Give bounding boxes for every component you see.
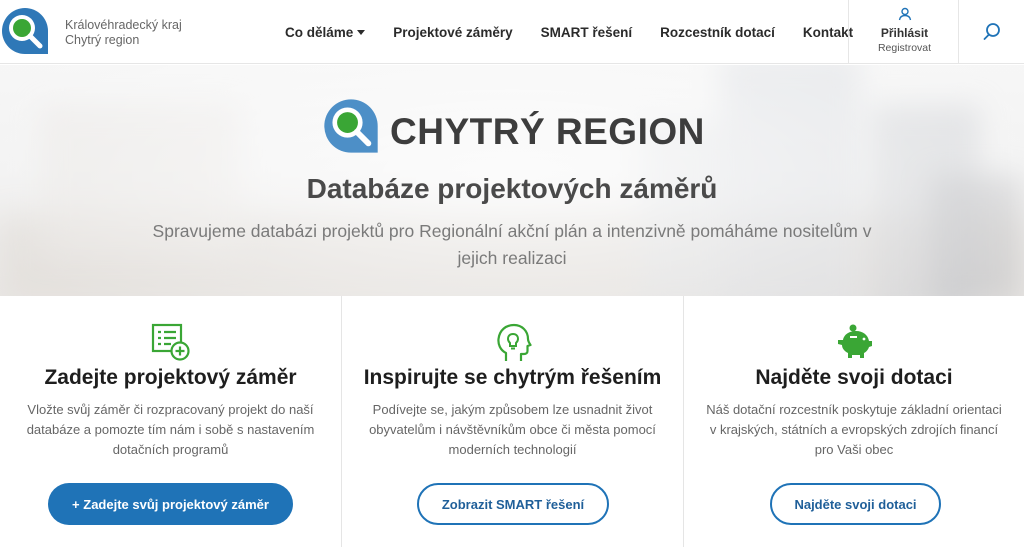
login-label: Přihlásit — [880, 26, 929, 40]
main-nav: Co děláme Projektové záměry SMART řešení… — [271, 0, 867, 64]
find-grant-button[interactable]: Najděte svoji dotaci — [770, 483, 941, 525]
user-icon — [898, 7, 912, 21]
feature-cards: Zadejte projektový záměr Vložte svůj zám… — [0, 296, 1024, 547]
nav-item-label: Co děláme — [285, 24, 354, 40]
card-title: Zadejte projektový záměr — [44, 366, 297, 389]
search-icon[interactable] — [980, 20, 1004, 44]
brand-home-link[interactable]: Královéhradecký kraj Chytrý region — [0, 4, 190, 60]
card-title: Najděte svoji dotaci — [755, 366, 953, 389]
nav-item-rozcestnik-dotaci[interactable]: Rozcestník dotací — [660, 25, 775, 40]
register-link[interactable]: Registrovat — [849, 42, 960, 54]
nav-item-kontakt[interactable]: Kontakt — [803, 25, 853, 40]
form-add-icon — [151, 323, 190, 361]
card-projektovy-zamer: Zadejte projektový záměr Vložte svůj zám… — [0, 296, 342, 547]
piggy-bank-icon — [838, 324, 872, 358]
card-description: Podívejte se, jakým způsobem lze usnadni… — [369, 402, 656, 457]
add-project-button[interactable]: + Zadejte svůj projektový záměr — [48, 483, 293, 525]
card-description: Náš dotační rozcestník poskytuje základn… — [706, 402, 1002, 457]
nav-item-label: Kontakt — [802, 24, 854, 40]
nav-item-co-delame[interactable]: Co děláme — [285, 24, 366, 40]
head-bulb-icon — [496, 323, 532, 361]
hero-brand-name: CHYTRÝ REGION — [390, 111, 705, 152]
brand-region-name: Královéhradecký kraj — [65, 18, 182, 32]
page-title: Databáze projektových záměrů — [306, 173, 718, 204]
card-description: Vložte svůj záměr či rozpracovaný projek… — [26, 402, 315, 457]
card-smart-reseni: Inspirujte se chytrým řešením Podívejte … — [342, 296, 684, 547]
nav-item-label: Rozcestník dotací — [660, 24, 775, 40]
card-title: Inspirujte se chytrým řešením — [363, 366, 662, 389]
magnifier-logo-icon — [2, 8, 48, 54]
nav-item-label: SMART řešení — [540, 24, 633, 40]
brand-project-name: Chytrý region — [65, 33, 140, 47]
nav-item-smart-reseni[interactable]: SMART řešení — [541, 25, 633, 40]
site-header: Královéhradecký kraj Chytrý region Co dě… — [0, 0, 1024, 64]
show-smart-solutions-button[interactable]: Zobrazit SMART řešení — [417, 483, 609, 525]
brand-text: Královéhradecký kraj Chytrý region — [65, 18, 182, 48]
hero-subtitle: Spravujeme databázi projektů pro Regioná… — [152, 221, 872, 268]
card-dotace: Najděte svoji dotaci Náš dotační rozcest… — [684, 296, 1024, 547]
nav-item-projektove-zamery[interactable]: Projektové záměry — [393, 25, 512, 40]
login-button[interactable]: Přihlásit Registrovat — [848, 0, 959, 64]
magnifier-logo-icon — [324, 99, 378, 153]
caret-down-icon — [357, 29, 366, 35]
hero-logo: CHYTRÝ REGION — [322, 95, 722, 157]
nav-item-label: Projektové záměry — [393, 24, 513, 40]
hero-banner: CHYTRÝ REGION Databáze projektových zámě… — [0, 65, 1024, 296]
